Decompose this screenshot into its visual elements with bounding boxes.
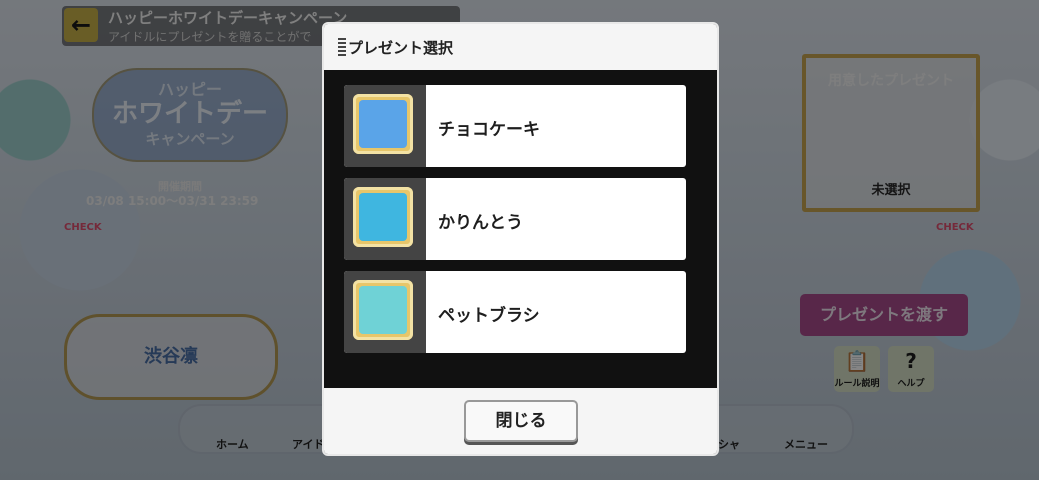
- present-item-karintou[interactable]: かりんとう: [344, 178, 686, 260]
- present-item-pet-brush[interactable]: ペットブラシ: [344, 271, 686, 353]
- present-thumb: [344, 271, 426, 353]
- present-item-name: ペットブラシ: [438, 306, 540, 326]
- present-select-dialog: プレゼント選択 チョコケーキ かりんとう ペットブラシ 閉じる: [322, 22, 719, 456]
- present-item-name: かりんとう: [438, 213, 523, 233]
- grip-icon: [338, 38, 346, 56]
- gift-bag-icon: [359, 286, 407, 334]
- dialog-footer: 閉じる: [324, 388, 717, 454]
- close-button[interactable]: 閉じる: [464, 400, 578, 442]
- gift-box-icon: [359, 100, 407, 148]
- gift-box-icon: [359, 193, 407, 241]
- present-item-choco-cake[interactable]: チョコケーキ: [344, 85, 686, 167]
- dialog-header: プレゼント選択: [324, 24, 717, 70]
- present-thumb: [344, 85, 426, 167]
- gift-frame: [353, 280, 413, 340]
- gift-frame: [353, 187, 413, 247]
- dialog-title: プレゼント選択: [348, 39, 454, 57]
- present-item-name: チョコケーキ: [438, 120, 540, 140]
- present-thumb: [344, 178, 426, 260]
- gift-frame: [353, 94, 413, 154]
